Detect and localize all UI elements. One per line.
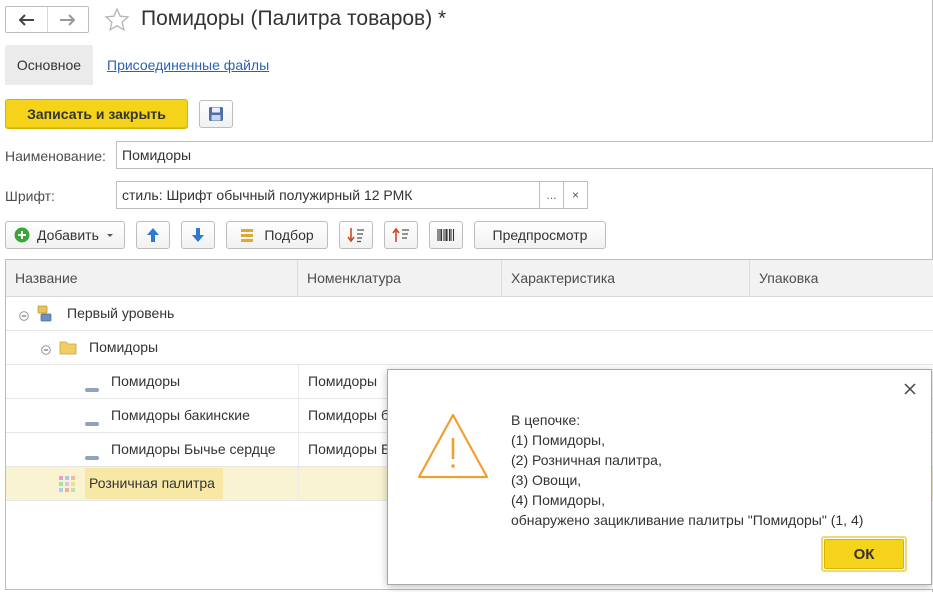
dialog-line: (3) Овощи, (511, 472, 582, 488)
column-header-characteristic[interactable]: Характеристика (502, 260, 750, 297)
tab-main[interactable]: Основное (5, 45, 93, 85)
close-icon (904, 383, 916, 395)
column-header-nomenclature[interactable]: Номенклатура (298, 260, 502, 297)
cell-separator (298, 399, 299, 432)
floppy-disk-icon (209, 107, 223, 121)
cell-separator (298, 433, 299, 466)
arrow-up-icon (147, 228, 159, 242)
table-row[interactable]: Помидоры (6, 331, 933, 365)
row-name: Помидоры Бычье сердце (111, 441, 276, 457)
font-choose-button[interactable]: ... (539, 181, 564, 209)
dialog-line: (1) Помидоры, (511, 432, 605, 448)
dialog-message: В цепочке: (1) Помидоры, (2) Розничная п… (511, 410, 921, 530)
font-field[interactable]: стиль: Шрифт обычный полужирный 12 РМК (116, 181, 540, 209)
folder-icon (59, 340, 77, 358)
favorite-star-button[interactable] (104, 7, 130, 36)
save-button[interactable] (199, 100, 233, 128)
dialog-line: обнаружено зацикливание палитры "Помидор… (511, 512, 864, 528)
preview-button[interactable]: Предпросмотр (474, 221, 606, 249)
barcode-button[interactable] (429, 221, 463, 249)
dialog-line: (2) Розничная палитра, (511, 452, 662, 468)
sort-down-icon (347, 228, 364, 243)
arrow-left-icon (18, 13, 35, 26)
row-name: Помидоры (89, 339, 159, 355)
column-header-name[interactable]: Название (6, 260, 298, 297)
palette-grid-icon (59, 476, 75, 495)
row-name: Помидоры бакинские (111, 407, 250, 423)
table-header: Название Номенклатура Характеристика Упа… (6, 260, 933, 297)
name-label: Наименование: (5, 148, 106, 164)
font-label: Шрифт: (5, 188, 55, 204)
move-down-button[interactable] (181, 221, 215, 249)
font-clear-button[interactable]: × (563, 181, 588, 209)
dialog-line: В цепочке: (511, 412, 581, 428)
dropdown-arrow-icon (106, 234, 113, 237)
forward-button[interactable] (46, 7, 89, 32)
history-nav (5, 6, 89, 33)
list-pick-icon (241, 229, 254, 242)
tab-attached-files[interactable]: Присоединенные файлы (107, 57, 269, 73)
row-name: Первый уровень (67, 305, 175, 321)
sort-up-icon (392, 227, 409, 242)
ok-button-label: ОК (824, 539, 904, 569)
sort-ascending-button[interactable] (384, 221, 418, 249)
page-title: Помидоры (Палитра товаров) * (141, 7, 447, 30)
collapse-toggle[interactable] (19, 308, 29, 324)
row-nomenclature: Помидоры б (308, 407, 388, 423)
star-icon (104, 7, 130, 32)
collapse-minus-icon (41, 345, 51, 355)
row-nomenclature: Помидоры (308, 373, 378, 389)
back-button[interactable] (6, 7, 47, 32)
name-field[interactable]: Помидоры (116, 141, 933, 169)
dialog-close-button[interactable] (899, 378, 921, 400)
table-row[interactable]: Первый уровень (6, 297, 933, 331)
item-dash-icon (85, 380, 99, 396)
save-and-close-button[interactable]: Записать и закрыть (5, 99, 188, 129)
row-name: Розничная палитра (89, 475, 215, 491)
pick-button[interactable]: Подбор (226, 221, 328, 249)
arrow-down-icon (192, 228, 204, 242)
add-circle-icon (14, 227, 30, 243)
pick-button-label: Подбор (264, 227, 314, 243)
collapse-toggle[interactable] (41, 342, 51, 358)
item-dash-icon (85, 414, 99, 430)
move-up-button[interactable] (136, 221, 170, 249)
cell-separator (298, 365, 299, 398)
ok-button[interactable]: ОК (821, 536, 907, 572)
arrow-right-icon (59, 13, 76, 26)
row-nomenclature: Помидоры Б (308, 441, 388, 457)
dialog-line: (4) Помидоры, (511, 492, 605, 508)
warning-triangle-icon (416, 411, 490, 484)
add-button[interactable]: Добавить (5, 221, 125, 249)
cell-separator (298, 467, 299, 500)
add-button-label: Добавить (37, 227, 99, 243)
row-name: Помидоры (111, 373, 181, 389)
column-header-package[interactable]: Упаковка (750, 260, 933, 297)
error-dialog: В цепочке: (1) Помидоры, (2) Розничная п… (387, 369, 932, 585)
group-level-icon (37, 305, 55, 325)
barcode-icon (437, 229, 455, 241)
item-dash-icon (85, 448, 99, 464)
sort-descending-button[interactable] (339, 221, 373, 249)
collapse-minus-icon (19, 311, 29, 321)
